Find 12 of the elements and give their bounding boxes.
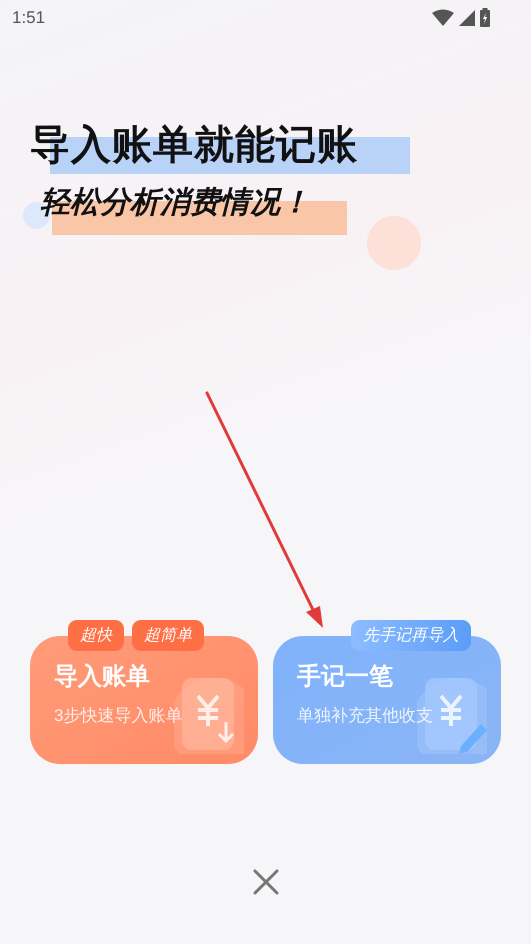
close-icon [252,868,280,896]
card-title: 导入账单 [54,662,150,692]
card-subtitle: 3步快速导入账单 [54,705,182,727]
tag-badge: 超简单 [132,620,204,651]
status-time: 1:51 [12,7,46,30]
card-subtitle: 单独补充其他收支 [297,705,433,727]
signal-icon [458,9,476,27]
wifi-icon [431,9,455,27]
tag-badge: 先手记再导入 [351,620,471,651]
tag-badge: 超快 [68,620,124,651]
battery-icon [479,8,491,28]
card-title: 手记一笔 [297,662,393,692]
